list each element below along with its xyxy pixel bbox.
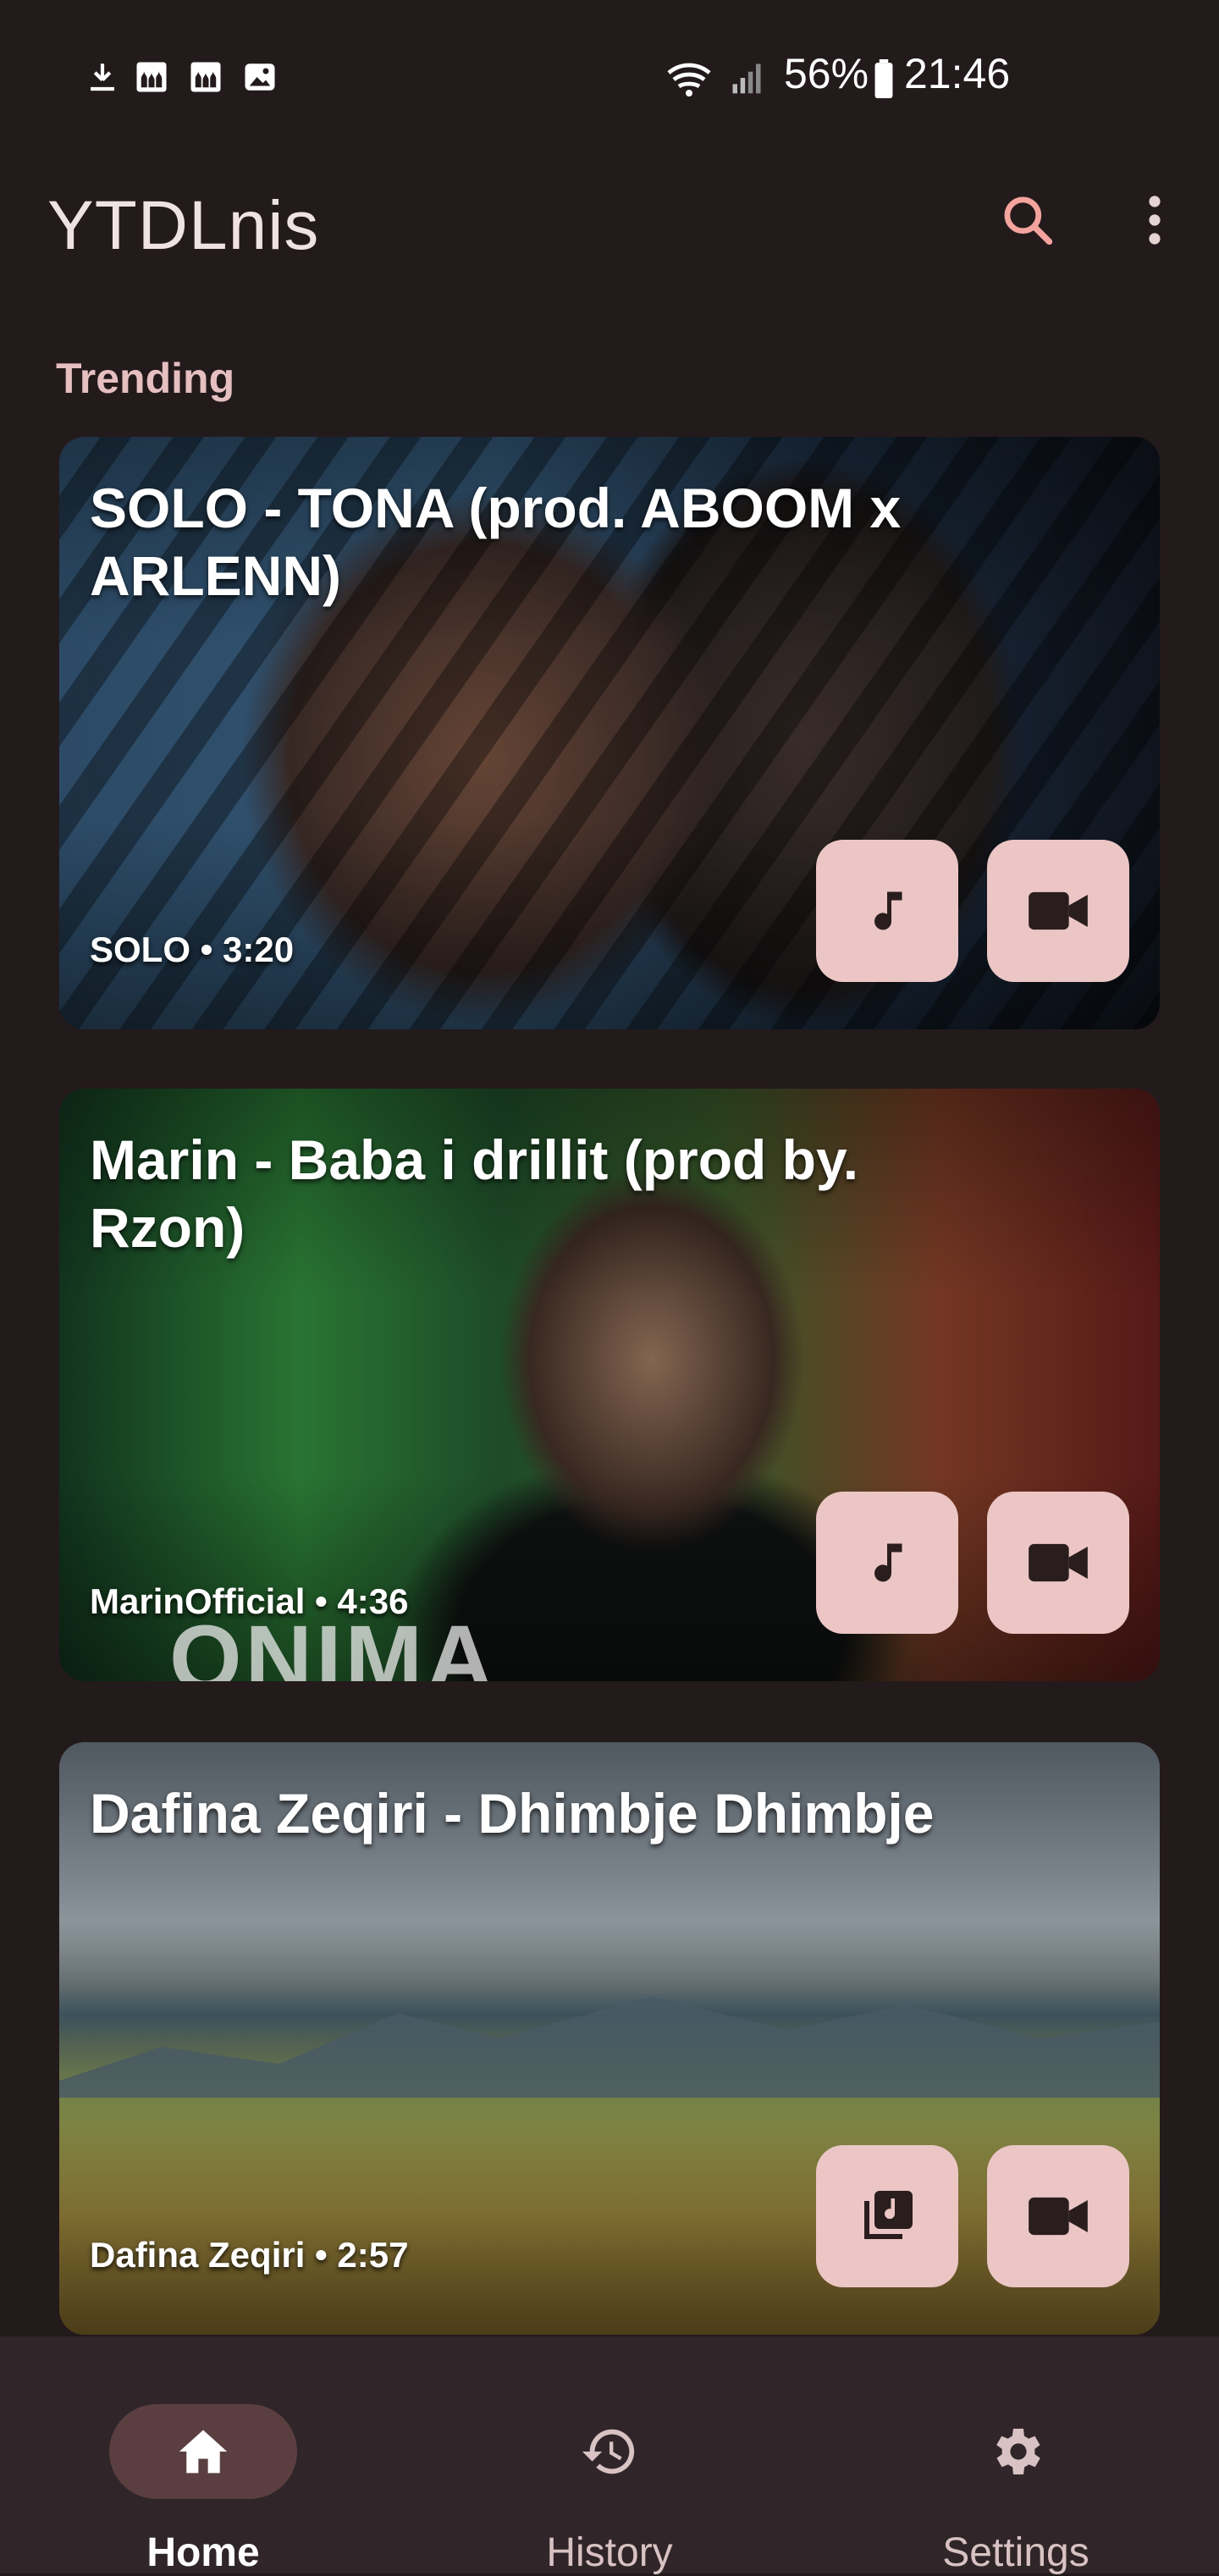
more-vert-icon (1149, 196, 1161, 245)
search-button[interactable] (985, 178, 1070, 262)
nav-label: Home (146, 2530, 260, 2575)
signal-icon (732, 63, 761, 94)
video-card[interactable]: Dafina Zeqiri - Dhimbje Dhimbje Dafina Z… (59, 1742, 1160, 2335)
status-bar: 56% 21:46 (0, 0, 1219, 152)
nav-item-home[interactable]: Home (0, 2370, 406, 2575)
nav-active-indicator (109, 2404, 297, 2499)
app-title: YTDLnis (47, 187, 320, 264)
battery-percent: 56% (784, 50, 869, 97)
nav-item-settings[interactable]: Settings (813, 2370, 1219, 2575)
clock: 21:46 (904, 50, 1011, 97)
search-icon (1004, 196, 1053, 245)
nav-label: History (546, 2530, 673, 2575)
bottom-navigation: Home History Settings (0, 2336, 1219, 2575)
video-title: Marin - Baba i drillit (prod by. Rzon) (90, 1128, 859, 1259)
nav-label: Settings (942, 2530, 1089, 2575)
notification-mosque-icon (136, 62, 167, 92)
videocam-icon (1029, 891, 1088, 930)
download-video-button[interactable] (987, 1492, 1129, 1634)
video-card[interactable]: SOLO - TONA (prod. ABOOM x ARLENN) SOLO … (59, 437, 1160, 1029)
download-audio-button[interactable] (816, 2145, 958, 2287)
videocam-icon (1029, 1543, 1088, 1582)
more-options-button[interactable] (1112, 178, 1197, 262)
video-card[interactable]: ONIMA Marin - Baba i drillit (prod by. R… (59, 1089, 1160, 1681)
section-title-trending: Trending (56, 355, 235, 402)
download-audio-button[interactable] (816, 1492, 958, 1634)
wifi-icon (667, 63, 711, 97)
home-icon (179, 2430, 228, 2474)
download-video-button[interactable] (987, 840, 1129, 982)
battery-icon (874, 59, 893, 98)
download-audio-button[interactable] (816, 840, 958, 982)
nav-item-history[interactable]: History (406, 2370, 813, 2575)
notification-mosque-icon (190, 62, 221, 92)
download-video-button[interactable] (987, 2145, 1129, 2287)
video-meta: MarinOfficial • 4:36 (90, 1581, 409, 1621)
download-icon (91, 63, 114, 91)
image-icon (245, 63, 275, 91)
history-icon (582, 2429, 635, 2474)
music-note-icon (874, 1543, 902, 1582)
videocam-icon (1029, 2197, 1088, 2236)
video-meta: SOLO • 3:20 (90, 929, 295, 969)
video-meta: Dafina Zeqiri • 2:57 (90, 2235, 409, 2275)
music-note-icon (874, 891, 902, 930)
video-title: Dafina Zeqiri - Dhimbje Dhimbje (90, 1782, 935, 1845)
music-library-icon (864, 2191, 913, 2239)
app-bar: YTDLnis (0, 152, 1219, 288)
video-title: SOLO - TONA (prod. ABOOM x ARLENN) (90, 477, 902, 607)
settings-icon (996, 2429, 1040, 2474)
